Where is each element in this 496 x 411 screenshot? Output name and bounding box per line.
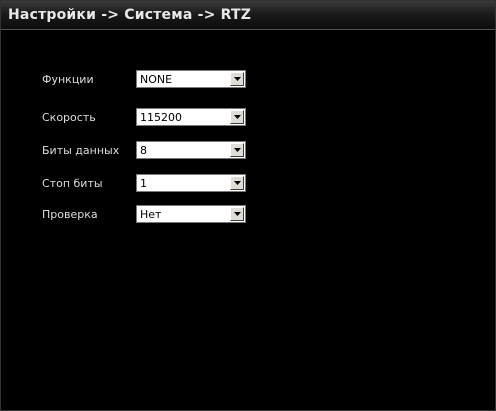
speed-label: Скорость [42, 111, 96, 124]
speed-select[interactable]: 115200 [136, 108, 246, 126]
chevron-down-icon[interactable] [230, 207, 244, 221]
chevron-down-icon[interactable] [230, 176, 244, 190]
setting-row-data-bits: Биты данных 8 [1, 141, 495, 161]
functions-label: Функции [42, 73, 94, 86]
chevron-down-icon[interactable] [230, 143, 244, 157]
settings-panel: Функции NONE Скорость 115200 Биты данных… [1, 30, 495, 410]
parity-label: Проверка [42, 208, 98, 221]
data-bits-value: 8 [140, 144, 147, 157]
parity-value: Нет [140, 208, 162, 221]
stop-bits-label: Стоп биты [42, 177, 103, 190]
speed-value: 115200 [140, 111, 182, 124]
data-bits-label: Биты данных [42, 144, 120, 157]
parity-select[interactable]: Нет [136, 205, 246, 223]
setting-row-parity: Проверка Нет [1, 205, 495, 225]
stop-bits-select[interactable]: 1 [136, 174, 246, 192]
chevron-down-icon[interactable] [230, 72, 244, 86]
setting-row-functions: Функции NONE [1, 70, 495, 90]
functions-select[interactable]: NONE [136, 70, 246, 88]
setting-row-speed: Скорость 115200 [1, 108, 495, 128]
functions-value: NONE [140, 73, 173, 86]
page-title: Настройки -> Система -> RTZ [8, 7, 252, 23]
settings-window: Настройки -> Система -> RTZ Функции NONE… [0, 0, 496, 411]
setting-row-stop-bits: Стоп биты 1 [1, 174, 495, 194]
data-bits-select[interactable]: 8 [136, 141, 246, 159]
chevron-down-icon[interactable] [230, 110, 244, 124]
title-bar: Настройки -> Система -> RTZ [1, 1, 495, 30]
stop-bits-value: 1 [140, 177, 147, 190]
